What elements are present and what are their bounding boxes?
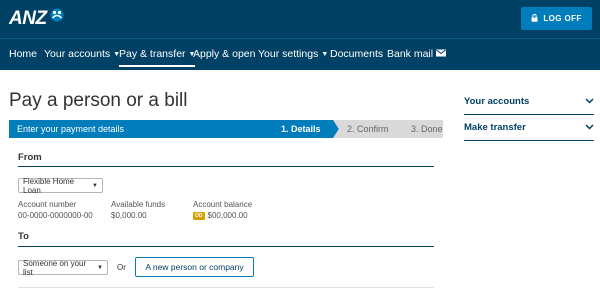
payee-select[interactable]: Someone on your list ▼ <box>18 258 108 277</box>
new-payee-button-label: A new person or company <box>145 262 244 272</box>
chevron-down-icon <box>585 123 594 132</box>
progress-steps: Enter your payment details 1. Details 2.… <box>9 120 443 138</box>
envelope-icon <box>436 48 447 60</box>
step-done: 3. Done <box>397 120 443 138</box>
step-done-label: 3. Done <box>411 124 443 134</box>
account-number-label: Account number <box>18 200 77 209</box>
nav-documents-label: Documents <box>330 48 384 60</box>
to-heading: To <box>18 231 29 242</box>
available-funds-text: $0,000.00 <box>111 211 147 220</box>
from-account-select-value: Flexible Home Loan <box>23 176 75 195</box>
sidebar-item-make-transfer[interactable]: Make transfer <box>464 115 594 139</box>
from-account-select[interactable]: Flexible Home Loan ▼ <box>18 176 103 195</box>
new-payee-button[interactable]: A new person or company <box>135 257 254 277</box>
nav-home[interactable]: Home <box>9 48 37 60</box>
main-nav: Home Your accounts ▼ Pay & transfer ▼ Ap… <box>0 38 600 70</box>
account-number-value: 00-0000-0000000-00 <box>18 211 93 220</box>
sidebar-item-label: Your accounts <box>464 95 530 107</box>
account-number-text: 00-0000-0000000-00 <box>18 211 93 220</box>
or-label: Or <box>117 263 126 272</box>
payee-select-value: Someone on your list <box>23 258 87 277</box>
log-off-button[interactable]: LOG OFF <box>521 7 592 30</box>
anz-logo[interactable]: ANZ <box>9 8 65 30</box>
nav-home-label: Home <box>9 48 38 60</box>
page-title: Pay a person or a bill <box>9 90 188 111</box>
nav-pay-transfer-label: Pay & transfer <box>119 48 186 60</box>
people-mark-icon <box>49 7 65 28</box>
from-divider <box>18 166 434 167</box>
top-bar: ANZ LOG OFF <box>0 0 600 38</box>
step-details-label: 1. Details <box>281 124 321 134</box>
nav-your-settings[interactable]: Your settings ▼ <box>258 48 328 60</box>
nav-your-accounts[interactable]: Your accounts ▼ <box>44 48 120 60</box>
log-off-label: LOG OFF <box>543 14 582 23</box>
sidebar-item-label: Make transfer <box>464 121 526 133</box>
from-heading: From <box>18 152 42 163</box>
progress-current-label: Enter your payment details <box>9 120 273 138</box>
step-confirm: 2. Confirm <box>333 120 405 138</box>
chevron-down-icon: ▼ <box>321 50 329 58</box>
bottom-divider <box>18 287 434 288</box>
lock-icon <box>531 13 538 24</box>
dropdown-arrow-icon: ▼ <box>97 264 103 271</box>
available-funds-label: Available funds <box>111 200 166 209</box>
account-balance-text: $00,000.00 <box>207 211 248 220</box>
account-balance-value: OD $00,000.00 <box>193 211 248 220</box>
available-funds-value: $0,000.00 <box>111 211 147 220</box>
logo-text: ANZ <box>9 8 47 29</box>
nav-apply-open-label: Apply & open <box>193 48 256 60</box>
nav-your-settings-label: Your settings <box>258 48 319 60</box>
overdrawn-badge: OD <box>193 211 205 220</box>
to-divider <box>18 246 434 247</box>
chevron-down-icon <box>585 97 594 106</box>
nav-documents[interactable]: Documents <box>330 48 383 60</box>
nav-pay-transfer[interactable]: Pay & transfer ▼ <box>119 48 196 67</box>
step-details: 1. Details <box>267 120 341 138</box>
account-balance-label: Account balance <box>193 200 253 209</box>
nav-apply-open[interactable]: Apply & open <box>193 48 255 60</box>
nav-your-accounts-label: Your accounts <box>44 48 111 60</box>
sidebar-item-your-accounts[interactable]: Your accounts <box>464 89 594 113</box>
step-confirm-label: 2. Confirm <box>347 124 389 134</box>
dropdown-arrow-icon: ▼ <box>92 182 98 189</box>
nav-bank-mail-label: Bank mail <box>387 48 434 60</box>
nav-bank-mail[interactable]: Bank mail <box>387 48 447 60</box>
sidebar-divider <box>464 140 594 141</box>
